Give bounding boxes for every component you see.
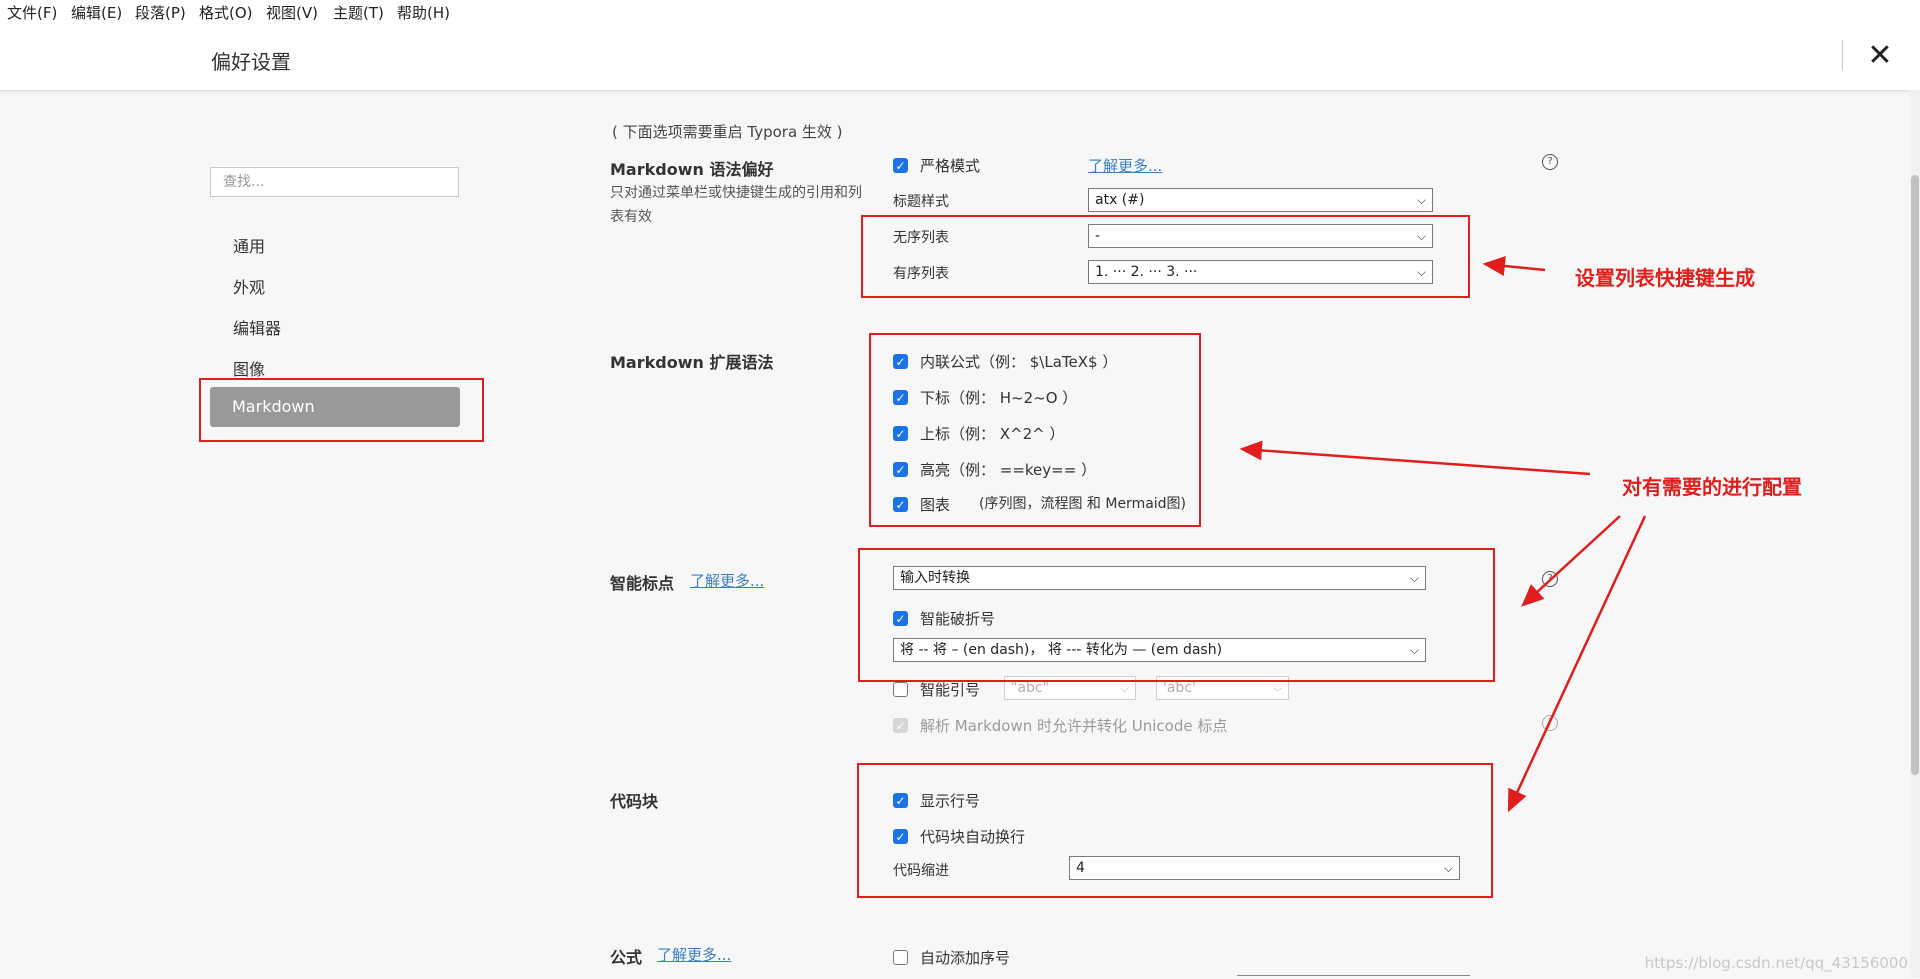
annotation-list-shortcut: 设置列表快捷键生成	[1575, 266, 1755, 290]
arrow-to-smart-punct	[1521, 515, 1621, 607]
section-title-code-block: 代码块	[610, 792, 659, 811]
unicode-punct-checkbox: ✓ 解析 Markdown 时允许并转化 Unicode 标点	[893, 715, 1227, 736]
menu-format[interactable]: 格式(O)	[199, 2, 253, 23]
section-title-smart-punct: 智能标点	[610, 574, 675, 593]
strict-mode-checkbox[interactable]: ✓ 严格模式	[893, 155, 980, 176]
menu-theme[interactable]: 主题(T)	[333, 2, 384, 23]
annotation-configure: 对有需要的进行配置	[1622, 475, 1802, 499]
search-input[interactable]	[210, 167, 459, 197]
learn-more-link-math[interactable]: 了解更多...	[657, 944, 731, 965]
checkbox-disabled-icon: ✓	[893, 718, 908, 733]
menu-help[interactable]: 帮助(H)	[397, 2, 450, 23]
scrollbar-thumb[interactable]	[1911, 175, 1919, 775]
auto-number-label: 自动添加序号	[920, 949, 1011, 967]
section-desc-markdown-syntax: 只对通过菜单栏或快捷键生成的引用和列表有效	[610, 185, 862, 225]
menu-file[interactable]: 文件(F)	[7, 2, 57, 23]
header-divider	[1842, 40, 1843, 70]
sidebar-item-appearance[interactable]: 外观	[233, 274, 265, 298]
arrow-to-code-block	[1507, 515, 1647, 813]
sidebar-item-image[interactable]: 图像	[233, 356, 265, 380]
preferences-header: 偏好设置 ✕	[0, 24, 1920, 91]
learn-more-link-punct[interactable]: 了解更多...	[690, 570, 764, 591]
double-quote-value: "abc"	[1011, 680, 1050, 696]
highlight-box-lists	[861, 215, 1470, 298]
help-icon[interactable]: ?	[1542, 715, 1558, 731]
heading-style-label: 标题样式	[893, 194, 949, 210]
section-title-markdown-ext: Markdown 扩展语法	[610, 353, 774, 372]
checkbox-unchecked-icon	[893, 682, 908, 697]
heading-style-select[interactable]: atx (#) ⌵	[1088, 188, 1433, 212]
menu-paragraph[interactable]: 段落(P)	[135, 2, 186, 23]
highlight-box-markdown-nav	[199, 378, 484, 442]
sidebar-item-editor[interactable]: 编辑器	[233, 315, 281, 339]
watermark: https://blog.csdn.net/qq_43156000	[1644, 954, 1908, 972]
checkbox-unchecked-icon	[893, 950, 908, 965]
menu-edit[interactable]: 编辑(E)	[71, 2, 122, 23]
highlight-box-ext-syntax	[869, 333, 1201, 527]
help-icon[interactable]: ?	[1542, 571, 1558, 587]
arrow-to-lists	[1482, 256, 1546, 276]
restart-note: ( 下面选项需要重启 Typora 生效 )	[612, 123, 843, 141]
highlight-box-code-block	[857, 763, 1493, 898]
math-select-edge	[1237, 975, 1470, 979]
sidebar-item-general[interactable]: 通用	[233, 233, 265, 257]
arrow-to-ext-syntax	[1239, 440, 1591, 476]
smart-quotes-label: 智能引号	[920, 681, 981, 699]
smart-quotes-checkbox[interactable]: 智能引号	[893, 679, 980, 700]
chevron-down-icon: ⌵	[1416, 193, 1426, 207]
heading-style-value: atx (#)	[1095, 192, 1145, 208]
unicode-punct-label: 解析 Markdown 时允许并转化 Unicode 标点	[920, 717, 1228, 735]
close-icon[interactable]: ✕	[1860, 36, 1900, 76]
section-title-math: 公式	[610, 948, 643, 967]
help-icon[interactable]: ?	[1542, 154, 1558, 170]
menu-view[interactable]: 视图(V)	[266, 2, 318, 23]
page-title: 偏好设置	[211, 50, 291, 74]
single-quote-value: 'abc'	[1163, 680, 1196, 696]
menu-bar: 文件(F) 编辑(E) 段落(P) 格式(O) 视图(V) 主题(T) 帮助(H…	[0, 0, 1920, 24]
highlight-box-smart-punct	[858, 548, 1495, 682]
section-title-markdown-syntax: Markdown 语法偏好	[610, 160, 774, 179]
strict-mode-label: 严格模式	[920, 157, 981, 175]
learn-more-link-syntax[interactable]: 了解更多...	[1088, 155, 1162, 176]
auto-number-checkbox[interactable]: 自动添加序号	[893, 947, 1010, 968]
checkbox-checked-icon: ✓	[893, 158, 908, 173]
